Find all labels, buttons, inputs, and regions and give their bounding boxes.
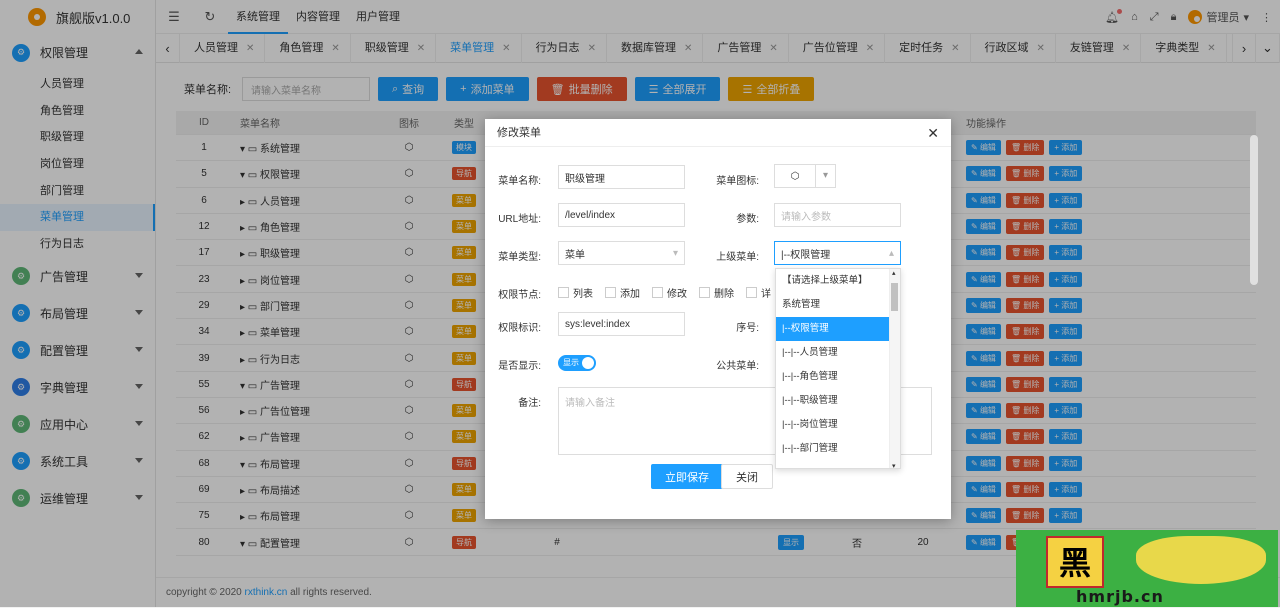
- type-select[interactable]: 菜单 ▾: [558, 241, 685, 265]
- checkbox-box[interactable]: [605, 287, 616, 298]
- perm-input[interactable]: sys:level:index: [558, 312, 685, 336]
- param-label: 参数:: [736, 214, 759, 225]
- param-input[interactable]: 请输入参数: [774, 203, 901, 227]
- dropdown-option[interactable]: |--|--部门管理: [776, 437, 890, 461]
- chevron-down-icon: ▾: [672, 247, 678, 259]
- dropdown-option[interactable]: |--权限管理: [776, 317, 890, 341]
- nodes-label: 权限节点:: [498, 290, 541, 301]
- checkbox-label: 修改: [667, 289, 687, 300]
- dropdown-option[interactable]: 【请选择上级菜单】: [776, 269, 890, 293]
- scroll-up-icon[interactable]: ▴: [892, 269, 896, 277]
- scroll-thumb[interactable]: [891, 283, 898, 311]
- dropdown-option[interactable]: |--|--人员管理: [776, 341, 890, 365]
- parent-menu-dropdown: 【请选择上级菜单】 系统管理 |--权限管理 |--|--人员管理 |--|--角色管理…: [775, 268, 901, 469]
- watermark-char: 黑: [1046, 536, 1104, 588]
- dialog-header: 修改菜单 ✕: [485, 119, 951, 147]
- scroll-down-icon[interactable]: ▾: [892, 462, 896, 468]
- checkbox-box[interactable]: [558, 287, 569, 298]
- cube-icon: ⬡: [790, 170, 800, 182]
- icon-picker[interactable]: ⬡ ▾: [774, 164, 836, 188]
- checkbox-box[interactable]: [652, 287, 663, 298]
- permission-checkbox[interactable]: 删除: [699, 285, 734, 300]
- parent-value: |--权限管理: [781, 249, 831, 261]
- chevron-down-icon: ▾: [815, 165, 835, 187]
- checkbox-label: 列表: [573, 289, 593, 300]
- url-input[interactable]: /level/index: [558, 203, 685, 227]
- dropdown-option[interactable]: |--|--角色管理: [776, 365, 890, 389]
- parent-label: 上级菜单:: [716, 252, 759, 263]
- dropdown-scrollbar[interactable]: ▴ ▾: [889, 269, 900, 468]
- permission-checkbox[interactable]: 添加: [605, 285, 640, 300]
- public-label: 公共菜单:: [716, 361, 759, 372]
- dropdown-option[interactable]: 系统管理: [776, 293, 890, 317]
- permission-checkbox[interactable]: 修改: [652, 285, 687, 300]
- checkbox-label: 添加: [620, 289, 640, 300]
- dropdown-option[interactable]: |--|--岗位管理: [776, 413, 890, 437]
- menu-name-input[interactable]: 职级管理: [558, 165, 685, 189]
- dialog-title: 修改菜单: [497, 127, 541, 139]
- sort-label: 序号:: [736, 323, 759, 334]
- watermark-logo: 黑 hmrjb.cn: [1016, 530, 1278, 607]
- menu-name-label: 菜单名称:: [498, 176, 541, 187]
- chevron-up-icon: ▴: [888, 247, 894, 259]
- save-button[interactable]: 立即保存: [651, 464, 723, 489]
- watermark-site: hmrjb.cn: [1076, 587, 1164, 606]
- parent-select[interactable]: |--权限管理 ▴: [774, 241, 901, 265]
- show-label: 是否显示:: [498, 361, 541, 372]
- checkbox-label: 详: [761, 289, 771, 300]
- type-label: 菜单类型:: [498, 252, 541, 263]
- checkbox-box[interactable]: [699, 287, 710, 298]
- permission-checkbox[interactable]: 详: [746, 285, 771, 300]
- permission-checkbox[interactable]: 列表: [558, 285, 593, 300]
- url-label: URL地址:: [498, 214, 541, 225]
- dropdown-option[interactable]: |--|--职级管理: [776, 389, 890, 413]
- type-value: 菜单: [565, 249, 585, 261]
- checkbox-box[interactable]: [746, 287, 757, 298]
- close-button[interactable]: 关闭: [721, 464, 773, 489]
- page-scrollbar[interactable]: [1250, 135, 1258, 285]
- menu-icon-label: 菜单图标:: [716, 176, 759, 187]
- checkbox-label: 删除: [714, 289, 734, 300]
- close-icon[interactable]: ✕: [927, 119, 939, 147]
- perm-label: 权限标识:: [498, 323, 541, 334]
- show-switch[interactable]: 显示: [558, 355, 596, 371]
- mask-face-icon: [1136, 536, 1266, 584]
- note-label: 备注:: [518, 398, 541, 409]
